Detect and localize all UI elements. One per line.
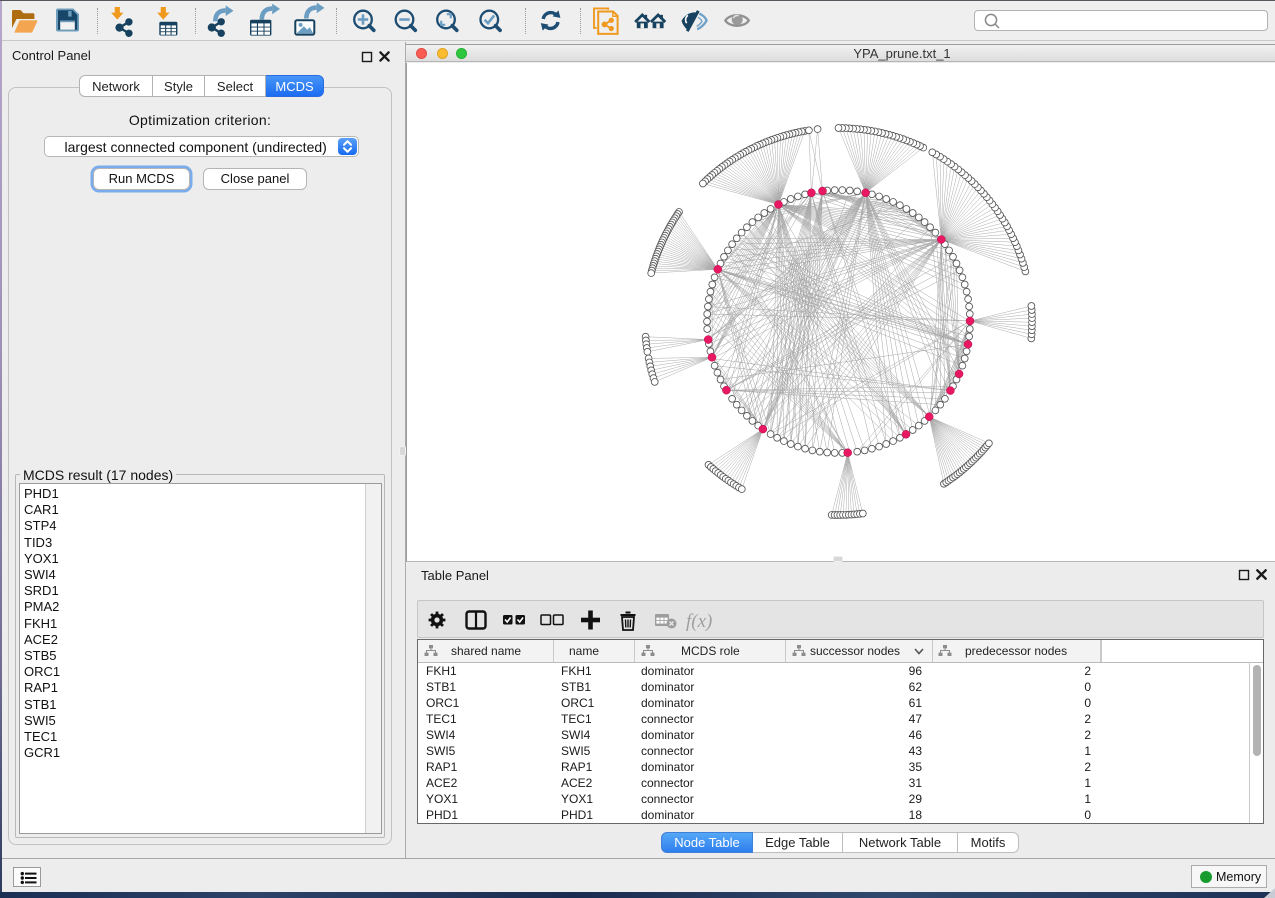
svg-text:f(x): f(x) — [686, 611, 712, 632]
